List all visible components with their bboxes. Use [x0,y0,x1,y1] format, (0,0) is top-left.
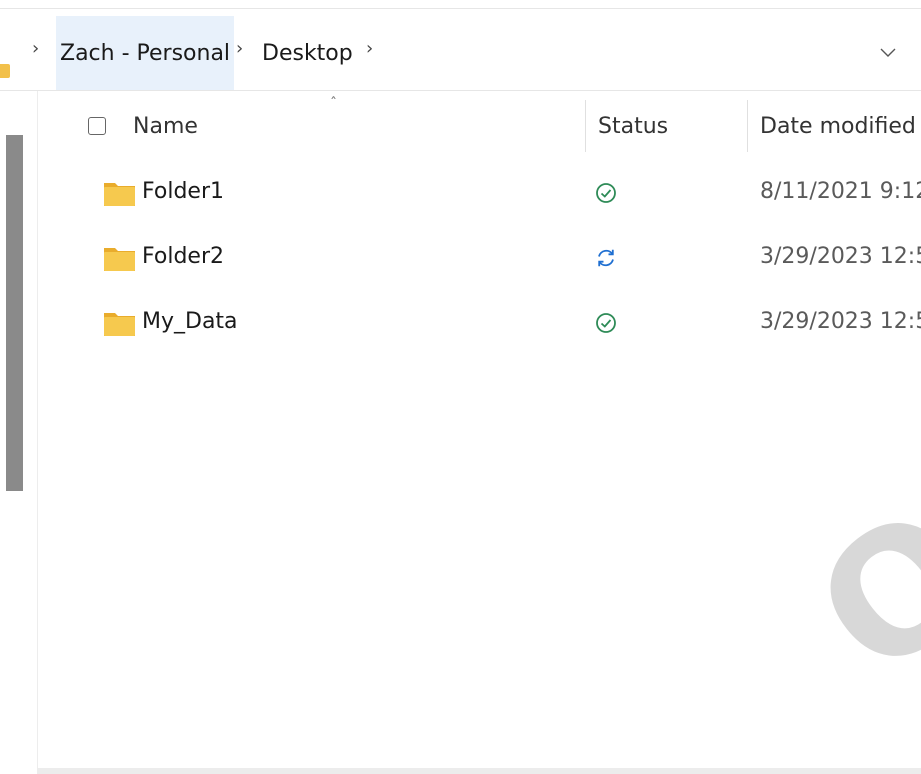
horizontal-scrollbar[interactable] [37,768,921,774]
chevron-right-icon: › [32,38,40,59]
sync-icon [598,249,614,267]
breadcrumb-item-desktop[interactable]: Desktop [258,16,357,90]
chevron-right-icon[interactable]: › [366,38,373,59]
column-divider[interactable] [585,100,586,152]
watermark: OG [781,384,921,715]
folder-icon [104,313,135,336]
column-header-name[interactable]: Name [133,114,198,139]
folder-icon [104,248,135,271]
date-modified: 8/11/2021 9:12 [760,179,921,204]
breadcrumb-label: Zach - Personal [60,40,231,66]
top-divider [0,8,921,9]
file-name: Folder2 [142,244,224,269]
breadcrumb-label: Desktop [262,40,353,66]
address-history-dropdown[interactable] [868,16,908,90]
breadcrumb-item-zach-personal[interactable]: Zach - Personal [56,16,235,90]
file-row[interactable]: My_Data 3/29/2023 12:5 [37,292,921,356]
check-circle-icon [596,183,616,203]
sort-ascending-icon: ˆ [330,96,337,112]
folder-icon [0,64,10,78]
nav-scrollbar-thumb[interactable] [6,135,23,491]
file-name: Folder1 [142,179,224,204]
date-modified: 3/29/2023 12:5 [760,309,921,334]
file-name: My_Data [142,309,238,334]
column-divider[interactable] [747,100,748,152]
file-row[interactable]: Folder2 3/29/2023 12:5 [37,227,921,291]
chevron-right-icon: › [236,38,244,59]
chevron-down-icon [880,48,896,57]
file-row[interactable]: Folder1 8/11/2021 9:12 [37,162,921,226]
column-header-date-modified[interactable]: Date modified [760,114,916,139]
column-header-status[interactable]: Status [598,114,668,139]
folder-icon [104,183,135,206]
date-modified: 3/29/2023 12:5 [760,244,921,269]
select-all-checkbox[interactable] [88,117,106,135]
check-circle-icon [596,313,616,333]
